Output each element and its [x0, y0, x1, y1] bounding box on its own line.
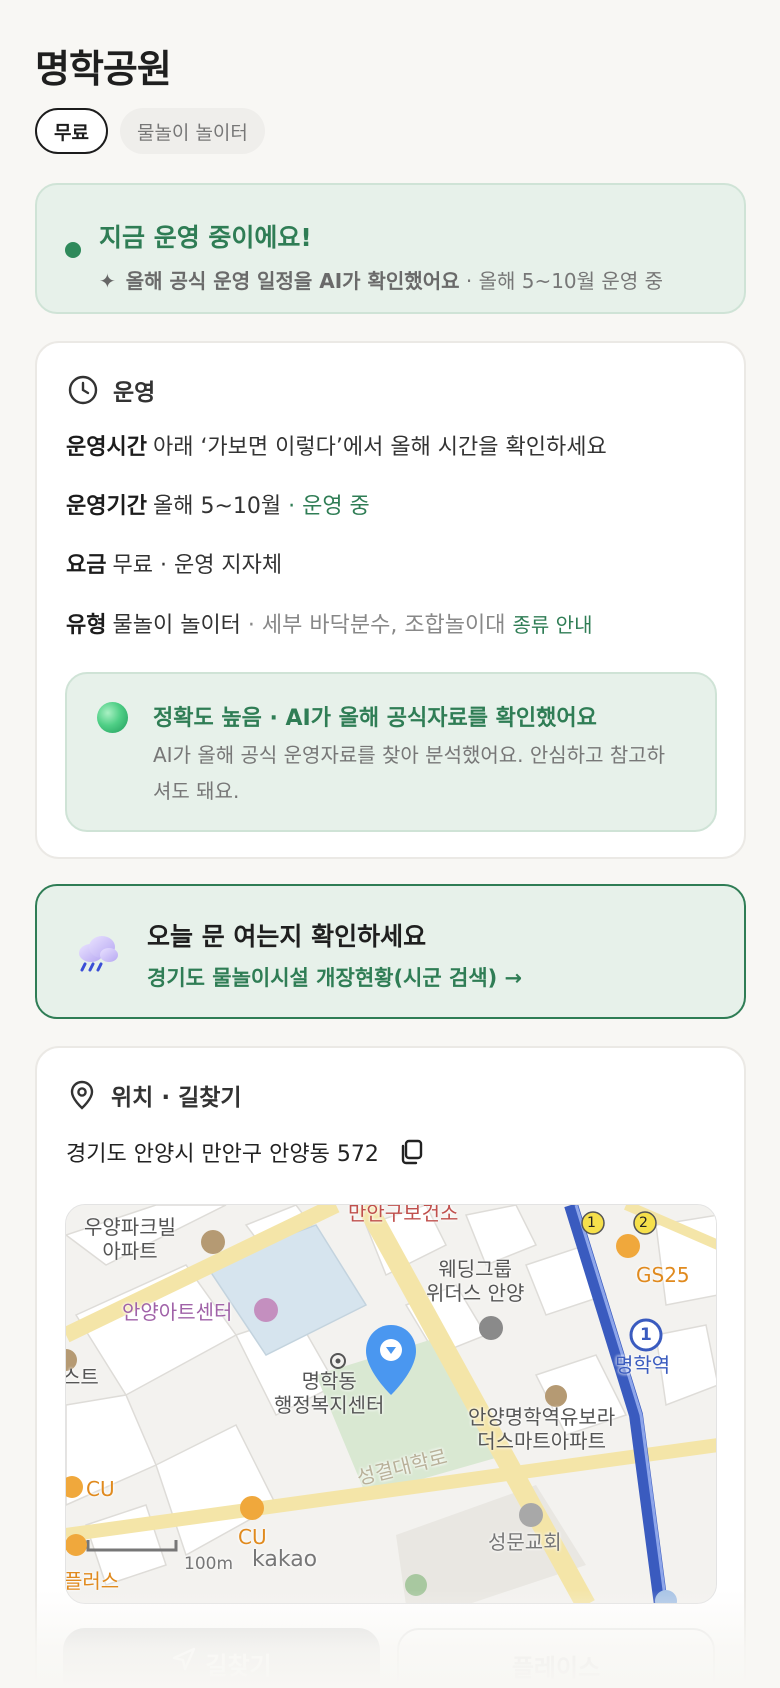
map-scale-label: 100m	[184, 1554, 234, 1574]
type-guide-link[interactable]: 종류 안내	[513, 613, 593, 637]
place-label: 플레이스	[511, 1654, 601, 1682]
location-heading-label: 위치 · 길찾기	[111, 1085, 242, 1111]
sparkle-icon: ✦	[99, 269, 116, 293]
map-label-church: 성문교회	[488, 1530, 562, 1554]
row-fee: 요금 무료 · 운영 지자체	[66, 547, 282, 579]
map-label-partial-left: 스트	[65, 1365, 99, 1389]
row-hours-key: 운영시간	[66, 435, 147, 460]
location-pin-icon	[70, 1080, 94, 1110]
row-type-value: 물놀이 놀이터	[112, 613, 241, 638]
address-text: 경기도 안양시 만안구 안양동 572	[66, 1142, 379, 1167]
map-label-health-center: 만안구보건소	[348, 1204, 459, 1225]
rain-cloud-icon	[79, 936, 118, 972]
row-fee-value: 무료	[112, 553, 153, 578]
accuracy-box: 정확도 높음 · AI가 올해 공식자료를 확인했어요 AI가 올해 공식 운영…	[65, 672, 717, 832]
map-label-cu-left: CU	[86, 1477, 115, 1501]
operation-card: 운영 운영시간 아래 ‘가보면 이렇다’에서 올해 시간을 확인하세요 운영기간 올…	[35, 341, 746, 859]
row-type: 유형 물놀이 놀이터 · 세부 바닥분수, 조합놀이대 종류 안내	[66, 607, 592, 639]
row-period-extra: · 운영 중	[281, 494, 370, 519]
tag-chips: 무료 물놀이 놀이터	[35, 108, 265, 154]
row-fee-key: 요금	[66, 553, 107, 578]
row-period-value: 올해 5~10월	[152, 494, 282, 519]
clock-icon	[68, 375, 98, 405]
navigate-icon	[173, 1647, 196, 1671]
map-label-apartment: 안양명학역유보라 더스마트아파트	[468, 1405, 616, 1453]
place-button[interactable]: 플레이스	[397, 1628, 715, 1688]
chip-free[interactable]: 무료	[35, 108, 108, 154]
map-label-office: 명학동 행정복지센터	[274, 1369, 385, 1417]
page-title: 명학공원	[35, 47, 172, 91]
accuracy-body: AI가 올해 공식 운영자료를 찾아 분석했어요. 안심하고 참고하셔도 돼요.	[153, 743, 666, 803]
row-hours-value: 아래 ‘가보면 이렇다’에서 올해 시간을 확인하세요	[152, 435, 607, 460]
chip-water-playground[interactable]: 물놀이 놀이터	[119, 108, 265, 154]
operation-heading-label: 운영	[113, 380, 156, 406]
action-buttons: 길찾기 플레이스	[63, 1628, 715, 1688]
map-label-gs25: GS25	[636, 1263, 690, 1287]
row-hours: 운영시간 아래 ‘가보면 이렇다’에서 올해 시간을 확인하세요	[66, 429, 607, 461]
open-status-link[interactable]: 경기도 물놀이시설 개장현황(시군 검색) →	[147, 962, 522, 992]
map-label-partial-bottom: 플러스	[65, 1569, 120, 1593]
status-subtitle: ✦ 올해 공식 운영 일정을 AI가 확인했어요 · 올해 5~10월 운영 중	[99, 265, 663, 294]
page: 명학공원 무료 물놀이 놀이터 지금 운영 중이에요! ✦ 올해 공식 운영 일정…	[0, 0, 780, 1688]
map-kakao-logo: kakao	[252, 1547, 318, 1572]
operation-heading: 운영	[67, 373, 155, 407]
directions-label: 길찾기	[205, 1652, 272, 1680]
location-card: 위치 · 길찾기 경기도 안양시 만안구 안양동 572 우양파크빌 아파트 만…	[35, 1046, 746, 1688]
operating-status-card: 지금 운영 중이에요! ✦ 올해 공식 운영 일정을 AI가 확인했어요 · 올해…	[35, 183, 746, 314]
status-sub-dim: · 올해 5~10월 운영 중	[459, 269, 663, 293]
map-view[interactable]: 우양파크빌 아파트 만안구보건소 웨딩그룹 위더스 안양 GS25 안양아트센터 명…	[65, 1204, 717, 1604]
accuracy-orb-icon	[97, 702, 128, 733]
map-badge-exit-2: 2	[639, 1215, 648, 1231]
status-dot	[65, 242, 81, 258]
map-label-station: 명학역	[615, 1353, 671, 1377]
location-heading: 위치 · 길찾기	[67, 1078, 242, 1112]
map-label-art-center: 안양아트센터	[122, 1300, 233, 1324]
row-type-key: 유형	[66, 613, 107, 638]
today-title: 오늘 문 여는지 확인하세요	[147, 922, 427, 951]
accuracy-title: 정확도 높음 · AI가 올해 공식자료를 확인했어요	[153, 706, 597, 731]
row-period: 운영기간 올해 5~10월 · 운영 중	[66, 488, 370, 520]
status-sub-strong: 올해 공식 운영 일정을 AI가 확인했어요	[125, 269, 460, 293]
map-label-wooyang: 우양파크빌 아파트	[84, 1215, 176, 1263]
map-canvas	[66, 1205, 716, 1603]
copy-icon[interactable]	[397, 1138, 425, 1166]
status-title: 지금 운영 중이에요!	[99, 223, 312, 252]
address-row: 경기도 안양시 만안구 안양동 572	[66, 1136, 425, 1168]
row-type-extra: · 세부 바닥분수, 조합놀이대	[240, 613, 513, 638]
map-label-wedding: 웨딩그룹 위더스 안양	[426, 1257, 525, 1305]
map-label-cu-bottom: CU	[238, 1525, 267, 1549]
today-check-card[interactable]: 오늘 문 여는지 확인하세요 경기도 물놀이시설 개장현황(시군 검색) →	[35, 884, 746, 1019]
row-period-key: 운영기간	[66, 494, 147, 519]
directions-button[interactable]: 길찾기	[63, 1628, 380, 1688]
map-station-line-badge: 1	[640, 1325, 652, 1345]
row-fee-extra: · 운영 지자체	[152, 553, 283, 578]
map-badge-exit-1: 1	[587, 1215, 596, 1231]
